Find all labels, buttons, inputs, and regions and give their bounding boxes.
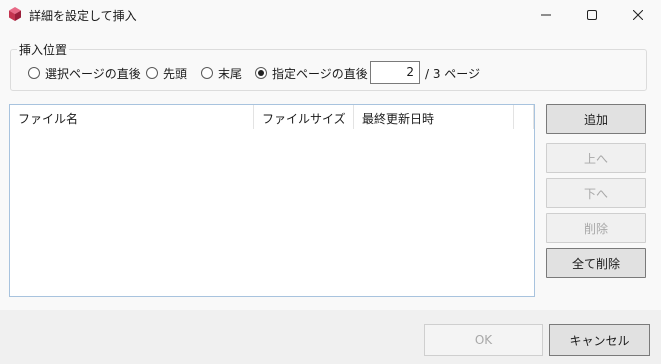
radio-label: 先頭 [163, 66, 188, 81]
radio-label: 指定ページの直後 [272, 66, 368, 81]
radio-circle[interactable] [201, 67, 213, 79]
window-title: 詳細を設定して挿入 [29, 9, 137, 23]
radio-circle[interactable] [28, 67, 40, 79]
minimize-icon [541, 14, 551, 16]
title-bar: 詳細を設定して挿入 [0, 0, 661, 30]
cancel-button[interactable]: キャンセル [549, 324, 650, 356]
close-icon [633, 10, 643, 20]
column-header-filler [514, 105, 534, 129]
delete-all-button[interactable]: 全て削除 [546, 248, 646, 278]
move-up-button[interactable]: 上へ [546, 143, 646, 173]
ok-button[interactable]: OK [424, 324, 543, 356]
radio-circle[interactable] [146, 67, 158, 79]
page-count-label: / 3 ページ [425, 67, 481, 81]
radio-label: 選択ページの直後 [45, 66, 141, 81]
radio-head[interactable]: 先頭 [146, 65, 187, 81]
insert-position-legend: 挿入位置 [17, 41, 70, 58]
app-icon [7, 6, 23, 22]
radio-label: 末尾 [218, 66, 243, 81]
move-down-button[interactable]: 下へ [546, 178, 646, 208]
radio-after-selected[interactable]: 選択ページの直後 [28, 65, 141, 81]
maximize-button[interactable] [569, 0, 615, 30]
radio-after-specified[interactable]: 指定ページの直後 [255, 65, 368, 81]
column-header-filesize[interactable]: ファイルサイズ [254, 105, 354, 129]
add-button[interactable]: 追加 [546, 104, 646, 134]
radio-tail[interactable]: 末尾 [201, 65, 242, 81]
page-number-input[interactable]: 2 [370, 61, 420, 84]
maximize-icon [587, 10, 597, 20]
close-button[interactable] [615, 0, 661, 30]
column-header-modified[interactable]: 最終更新日時 [354, 105, 514, 129]
file-list[interactable]: ファイル名 ファイルサイズ 最終更新日時 [9, 104, 535, 297]
radio-circle-checked[interactable] [255, 67, 267, 79]
column-header-filename[interactable]: ファイル名 [10, 105, 254, 129]
minimize-button[interactable] [523, 0, 569, 30]
delete-button[interactable]: 削除 [546, 213, 646, 243]
